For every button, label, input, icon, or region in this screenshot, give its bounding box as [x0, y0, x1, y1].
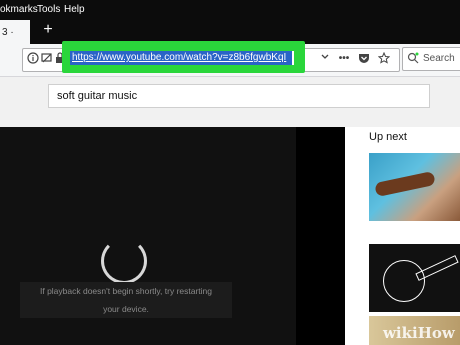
wikihow-watermark: wikiHow	[383, 324, 455, 342]
search-placeholder: Search	[423, 53, 455, 64]
up-next-heading: Up next	[369, 131, 407, 143]
menu-tools[interactable]: Tools	[37, 4, 60, 15]
new-tab-button[interactable]: +	[40, 21, 56, 39]
playback-message-line1: If playback doesn't begin shortly, try r…	[39, 286, 213, 296]
youtube-search-input[interactable]: soft guitar music	[48, 84, 430, 108]
chevron-down-icon[interactable]	[318, 52, 332, 66]
video-thumbnail[interactable]	[369, 244, 460, 312]
browser-search-box[interactable]: Search	[402, 47, 460, 71]
loading-spinner-icon	[101, 238, 147, 284]
more-actions-icon[interactable]: •••	[337, 52, 351, 66]
url-link: https://www.youtube.com/watch?v=z8b6fgwb…	[72, 52, 287, 63]
guitar-neck-drawing	[415, 255, 459, 281]
youtube-search-query: soft guitar music	[57, 90, 138, 102]
permissions-icon[interactable]	[40, 52, 54, 66]
pocket-icon[interactable]	[357, 52, 371, 66]
search-icon	[407, 52, 419, 67]
guitar-drawing-icon	[383, 260, 425, 302]
star-icon[interactable]	[377, 51, 391, 66]
browser-tab[interactable]: 3 ·	[0, 20, 30, 44]
playback-message-line2: your device.	[103, 304, 149, 314]
menu-bookmarks[interactable]: okmarks	[0, 4, 38, 15]
tab-title: 3 ·	[2, 27, 14, 38]
playback-message: If playback doesn't begin shortly, try r…	[20, 282, 232, 318]
video-player-edge	[296, 127, 345, 345]
guitar-player-image	[374, 170, 436, 198]
menu-help[interactable]: Help	[64, 4, 85, 15]
menu-bar: okmarks Tools Help	[0, 0, 460, 18]
url-text[interactable]: https://www.youtube.com/watch?v=z8b6fgwb…	[70, 51, 294, 65]
info-icon[interactable]	[26, 52, 40, 66]
video-thumbnail[interactable]	[369, 153, 460, 221]
